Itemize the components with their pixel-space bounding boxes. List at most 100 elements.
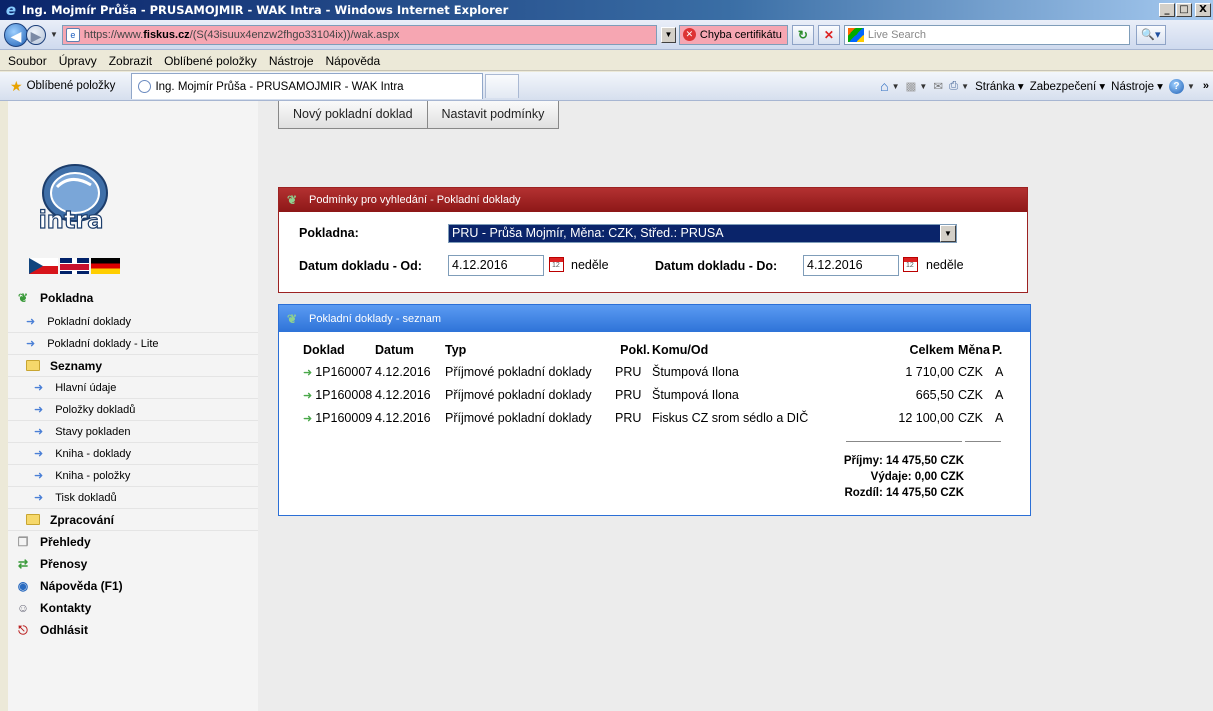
sidebar-item-stavy-pokladen[interactable]: ➜ Stavy pokladen [8, 421, 258, 443]
new-tab-button[interactable] [485, 74, 520, 98]
sidebar-item-polozky-dokladu[interactable]: ➜ Položky dokladů [8, 399, 258, 421]
sidebar-item-kontakty[interactable]: ☺ Kontakty [8, 597, 258, 619]
sidebar-item-pokladna[interactable]: ❦ Pokladna [8, 285, 258, 311]
menu-bar: Soubor Úpravy Zobrazit Oblíbené položky … [0, 51, 1213, 71]
certificate-error-label: Chyba certifikátu [699, 28, 782, 41]
arrow-icon: ➜ [34, 470, 44, 482]
col-celkem[interactable]: Celkem [842, 340, 958, 360]
address-bar[interactable]: e https://www.fiskus.cz/(S(43isuux4enzw2… [61, 24, 657, 45]
menu-upravy[interactable]: Úpravy [59, 54, 97, 68]
menu-soubor[interactable]: Soubor [8, 54, 47, 68]
row-arrow-icon[interactable]: ➜ [303, 367, 312, 379]
tools-menu[interactable]: Nástroje ▾ [1111, 79, 1163, 93]
help-icon[interactable]: ? [1168, 78, 1184, 94]
print-dropdown-icon[interactable]: ▼ [961, 82, 969, 91]
cash-icon: ❦ [17, 291, 29, 305]
minimize-button[interactable]: _ [1159, 3, 1175, 17]
menu-oblibene[interactable]: Oblíbené položky [164, 54, 257, 68]
home-dropdown-icon[interactable]: ▼ [892, 82, 900, 91]
main-area: Nový pokladní doklad Nastavit podmínky ❦… [258, 101, 1213, 711]
sidebar: intra ❦ Pokladna ➜ Pokladní doklady ➜ Pokl… [8, 101, 258, 711]
feeds-dropdown-icon[interactable]: ▼ [919, 82, 927, 91]
flag-cz-icon[interactable] [29, 258, 58, 274]
table-header-row: Doklad Datum Typ Pokl. Komu/Od Celkem Mě… [303, 340, 1012, 360]
flag-uk-icon[interactable] [60, 258, 89, 274]
date-to-label: Datum dokladu - Do: [655, 259, 778, 273]
menu-napoveda[interactable]: Nápověda [326, 54, 381, 68]
pokladna-select[interactable]: PRU - Průša Mojmír, Měna: CZK, Střed.: P… [448, 224, 957, 243]
table-row[interactable]: ➜ 1P160007 4.12.2016 Příjmové pokladní do… [303, 360, 1012, 383]
sidebar-item-zpracovani[interactable]: Zpracování [8, 509, 258, 531]
stop-button[interactable]: ✕ [817, 24, 840, 45]
help-dropdown-icon[interactable]: ▼ [1187, 82, 1195, 91]
browser-tab[interactable]: Ing. Mojmír Průša - PRUSAMOJMIR - WAK In… [131, 73, 484, 99]
more-chevron-icon[interactable]: » [1203, 80, 1209, 92]
refresh-button[interactable]: ↻ [791, 24, 814, 45]
arrow-icon: ➜ [26, 338, 36, 350]
date-to-input[interactable]: 4.12.2016 [803, 255, 899, 276]
row-arrow-icon[interactable]: ➜ [303, 413, 312, 425]
logout-icon: ⎋ [18, 623, 28, 637]
calendar-icon[interactable] [549, 257, 564, 272]
sidebar-item-seznamy[interactable]: Seznamy [8, 355, 258, 377]
sidebar-item-odhlasit[interactable]: ⎋ Odhlásit [8, 619, 258, 641]
set-conditions-button[interactable]: Nastavit podmínky [427, 101, 560, 129]
chevron-down-icon[interactable]: ▼ [940, 225, 956, 242]
sidebar-item-prehledy[interactable]: ❐ Přehledy [8, 531, 258, 553]
home-icon[interactable]: ⌂ [880, 78, 888, 94]
sidebar-item-hlavni-udaje[interactable]: ➜ Hlavní údaje [8, 377, 258, 399]
sidebar-item-kniha-polozky[interactable]: ➜ Kniha - položky [8, 465, 258, 487]
col-komu[interactable]: Komu/Od [652, 340, 842, 360]
page-menu[interactable]: Stránka ▾ [975, 79, 1024, 93]
arrow-icon: ➜ [34, 448, 44, 460]
feeds-icon[interactable]: ▩ [906, 79, 917, 93]
certificate-error-button[interactable]: ✕ Chyba certifikátu [678, 24, 788, 45]
address-dropdown-button[interactable]: ▼ [660, 26, 676, 43]
search-placeholder: Live Search [867, 28, 926, 41]
sidebar-item-kniha-doklady[interactable]: ➜ Kniha - doklady [8, 443, 258, 465]
col-datum[interactable]: Datum [375, 340, 445, 360]
col-p[interactable]: P. [992, 340, 1012, 360]
close-button[interactable]: X [1195, 3, 1211, 17]
row-arrow-icon[interactable]: ➜ [303, 390, 312, 402]
command-bar: ⌂ ▼ ▩ ▼ ✉ ⎙ ▼ Stránka ▾ Zabezpečení ▾ Nástr… [874, 78, 1209, 94]
menu-nastroje[interactable]: Nástroje [269, 54, 314, 68]
sidebar-item-tisk-dokladu[interactable]: ➜ Tisk dokladů [8, 487, 258, 509]
search-button[interactable]: 🔍▾ [1135, 24, 1166, 45]
url-text[interactable]: https://www.fiskus.cz/(S(43isuux4enzw2fh… [84, 29, 400, 41]
ie-logo-icon: e [5, 1, 17, 19]
back-button[interactable]: ◀ [4, 22, 28, 47]
arrow-icon: ➜ [34, 404, 44, 416]
security-menu[interactable]: Zabezpečení ▾ [1030, 79, 1105, 93]
col-mena[interactable]: Měna [958, 340, 992, 360]
maximize-button[interactable]: □ [1176, 3, 1192, 17]
favorites-star-icon[interactable]: ★ [10, 78, 23, 95]
date-to-weekday: neděle [926, 258, 964, 272]
sidebar-item-pokladni-doklady-lite[interactable]: ➜ Pokladní doklady - Lite [8, 333, 258, 355]
table-row[interactable]: ➜ 1P160008 4.12.2016 Příjmové pokladní do… [303, 383, 1012, 406]
sidebar-item-prenosy[interactable]: ⇄ Přenosy [8, 553, 258, 575]
menu-zobrazit[interactable]: Zobrazit [109, 54, 152, 68]
search-input[interactable]: Live Search [843, 24, 1130, 45]
arrow-icon: ➜ [34, 426, 44, 438]
sidebar-item-pokladni-doklady[interactable]: ➜ Pokladní doklady [8, 311, 258, 333]
sidebar-item-napoveda[interactable]: ◉ Nápověda (F1) [8, 575, 258, 597]
col-doklad[interactable]: Doklad [303, 340, 375, 360]
contacts-icon: ☺ [16, 601, 30, 615]
favorites-button[interactable]: Oblíbené položky [27, 80, 116, 92]
search-conditions-panel: ❦ Podmínky pro vyhledání - Pokladní dokl… [278, 187, 1028, 293]
col-pokl[interactable]: Pokl. [615, 340, 652, 360]
forward-button[interactable]: ▶ [26, 24, 46, 45]
table-row[interactable]: ➜ 1P160009 4.12.2016 Příjmové pokladní do… [303, 406, 1012, 429]
help-circle-icon: ◉ [17, 579, 29, 593]
print-icon[interactable]: ⎙ [949, 80, 958, 93]
col-typ[interactable]: Typ [445, 340, 615, 360]
history-dropdown-icon[interactable]: ▼ [50, 30, 58, 39]
calendar-icon[interactable] [903, 257, 918, 272]
flag-de-icon[interactable] [91, 258, 120, 274]
new-cash-document-button[interactable]: Nový pokladní doklad [278, 101, 428, 129]
search-panel-header: ❦ Podmínky pro vyhledání - Pokladní dokl… [279, 188, 1027, 212]
transfer-icon: ⇄ [17, 557, 29, 571]
date-from-input[interactable]: 4.12.2016 [448, 255, 544, 276]
mail-icon[interactable]: ✉ [933, 79, 943, 93]
